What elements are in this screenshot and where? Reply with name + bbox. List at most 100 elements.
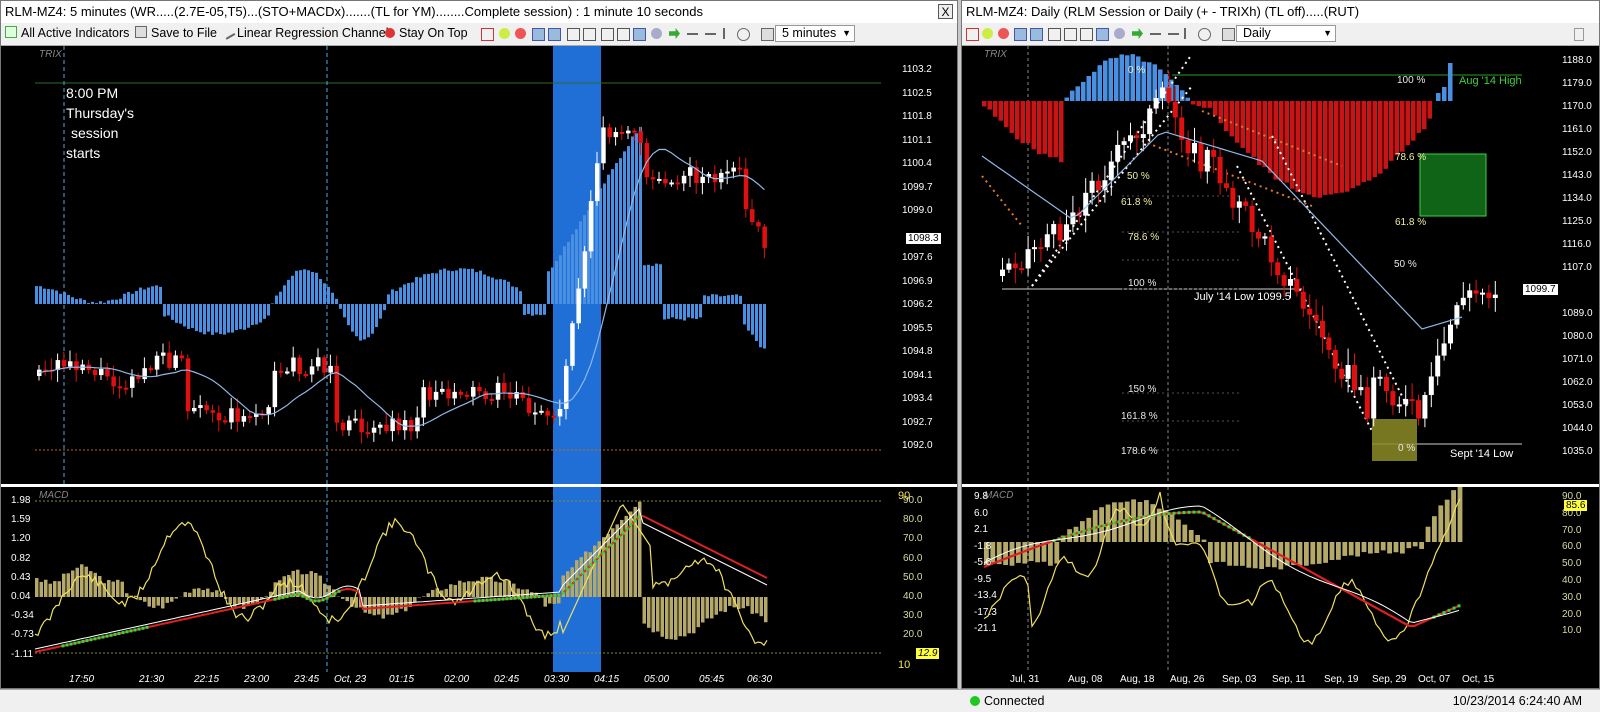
macd-histogram-bar: [139, 597, 143, 600]
macd-histogram-bar: [206, 589, 210, 597]
macd-histogram-bar: [697, 597, 701, 627]
trix-bar: [535, 304, 538, 315]
hline-tool-icon[interactable]: [705, 33, 716, 46]
trix-bar: [1356, 101, 1361, 186]
macd-cross-dot: [1223, 523, 1226, 526]
macd-histogram-bar: [1323, 542, 1328, 563]
ellipse-tool-icon[interactable]: [737, 28, 750, 41]
right-arrow-right-icon[interactable]: [1132, 28, 1143, 39]
candle-body: [1038, 247, 1043, 249]
macd-histogram-bar: [395, 597, 399, 613]
right-line-tool-icon[interactable]: [1150, 33, 1161, 46]
trix-bar: [679, 304, 682, 319]
right-zoom-in-icon[interactable]: [982, 28, 993, 39]
macd-axis-label: -17.3: [974, 607, 997, 618]
macd-histogram-bar: [314, 573, 318, 597]
candle-body: [1403, 399, 1408, 404]
connection-status: Connected: [984, 694, 1044, 708]
candle-body: [1198, 143, 1203, 172]
right-line-style-icon[interactable]: [1080, 28, 1093, 41]
macd-cross-dot: [538, 595, 541, 598]
candle-body: [217, 413, 222, 421]
candle-style-icon[interactable]: [583, 28, 596, 41]
save-to-file-button[interactable]: Save to File: [135, 26, 217, 40]
right-vline-tool-icon[interactable]: [1184, 28, 1188, 39]
right-cursor-tool-icon[interactable]: [966, 28, 979, 41]
left-close-button[interactable]: X: [938, 4, 953, 19]
candle-body: [1205, 150, 1210, 172]
candle-body: [471, 387, 476, 397]
bar-style-icon[interactable]: [567, 28, 580, 41]
trix-bar: [719, 296, 722, 304]
macd-cross-dot: [614, 540, 617, 543]
trix-bar: [1092, 72, 1097, 101]
right-snap-icon[interactable]: [1030, 28, 1043, 41]
stoch-axis-label: 60.0: [1562, 541, 1581, 552]
candle-body: [1256, 232, 1261, 239]
right-zoom-out-icon[interactable]: [998, 28, 1009, 39]
trix-bar: [1208, 101, 1213, 108]
candle-body: [620, 132, 625, 134]
macd-cross-dot: [626, 528, 629, 531]
trix-bar: [1312, 101, 1317, 197]
line-tool-icon[interactable]: [687, 33, 698, 46]
grid-icon[interactable]: [633, 28, 646, 41]
macd-histogram-bar: [521, 590, 525, 597]
crosshair-icon[interactable]: [532, 28, 545, 41]
zoom-out-icon[interactable]: [515, 28, 526, 39]
trix-bar: [519, 291, 522, 304]
right-grid-icon[interactable]: [1096, 28, 1109, 41]
right-bar-style-icon[interactable]: [1048, 28, 1061, 41]
line-style-icon[interactable]: [601, 28, 614, 41]
right-interval-select[interactable]: Daily▼: [1236, 25, 1336, 42]
left-macd-pane[interactable]: MACD 1.981.591.200.820.430.04-0.34-0.73-…: [1, 487, 957, 672]
trix-bar: [1109, 58, 1114, 101]
trix-bar: [247, 304, 250, 328]
right-cloud-icon[interactable]: [1114, 28, 1125, 39]
stay-on-top-button[interactable]: Stay On Top: [385, 26, 468, 40]
trix-bar: [151, 286, 154, 304]
macd-histogram-bar: [1221, 542, 1226, 562]
trix-bar: [143, 289, 146, 304]
macd-cross-dot: [622, 532, 625, 535]
all-indicators-button[interactable]: All Active Indicators: [5, 26, 129, 40]
right-title-bar[interactable]: RLM-MZ4: Daily (RLM Session or Daily (+ …: [962, 1, 1599, 24]
snap-icon[interactable]: [548, 28, 561, 41]
macd-histogram-bar: [58, 581, 62, 597]
time-axis-label: Jul, 31: [1010, 674, 1039, 685]
trix-bar: [207, 304, 210, 332]
price-axis-label: 1188.0: [1562, 55, 1592, 66]
right-price-pane[interactable]: TRIX 1188.01179.01170.01161.01152.01143.…: [962, 46, 1599, 484]
sept-low-label: Sept '14 Low: [1450, 448, 1513, 460]
left-title-bar[interactable]: RLM-MZ4: 5 minutes (WR.....(2.7E-05,T5).…: [1, 1, 957, 24]
candle-body: [322, 357, 327, 372]
left-price-pane[interactable]: TRIX 1103.21102.51101.81101.11100.41099.…: [1, 46, 957, 484]
macd-histogram-bar: [1438, 505, 1443, 542]
interval-select[interactable]: 5 minutes▼: [775, 25, 855, 42]
zoom-in-icon[interactable]: [499, 28, 510, 39]
trix-bar: [99, 301, 102, 304]
print-icon[interactable]: [617, 28, 630, 41]
right-candle-style-icon[interactable]: [1064, 28, 1077, 41]
right-ellipse-tool-icon[interactable]: [1198, 28, 1211, 41]
cursor-tool-icon[interactable]: [481, 28, 494, 41]
time-axis-label: 21:30: [139, 674, 164, 685]
right-crosshair-icon[interactable]: [1014, 28, 1027, 41]
linear-regression-button[interactable]: Linear Regression Channel: [223, 26, 388, 40]
price-axis-label: 1103.2: [902, 64, 932, 75]
right-scroll-arrows-icon[interactable]: [1574, 28, 1584, 41]
right-hline-tool-icon[interactable]: [1168, 33, 1179, 46]
left-chart-window: RLM-MZ4: 5 minutes (WR.....(2.7E-05,T5).…: [0, 0, 958, 689]
macd-cross-dot: [486, 599, 489, 602]
macd-histogram-bar: [85, 567, 89, 597]
macd-cross-dot: [106, 635, 109, 638]
macd-histogram-bar: [1176, 520, 1181, 542]
fib-projection-line: [982, 176, 1022, 226]
cloud-icon[interactable]: [651, 28, 662, 39]
vline-tool-icon[interactable]: [723, 28, 727, 39]
macd-histogram-bar: [49, 584, 53, 597]
candle-body: [1141, 134, 1146, 138]
arrow-right-icon[interactable]: [669, 28, 680, 39]
time-axis-label: 06:30: [747, 674, 772, 685]
right-macd-pane[interactable]: MACD 9.86.02.1-1.8-5.6-9.5-13.4-17.3-21.…: [962, 487, 1599, 672]
